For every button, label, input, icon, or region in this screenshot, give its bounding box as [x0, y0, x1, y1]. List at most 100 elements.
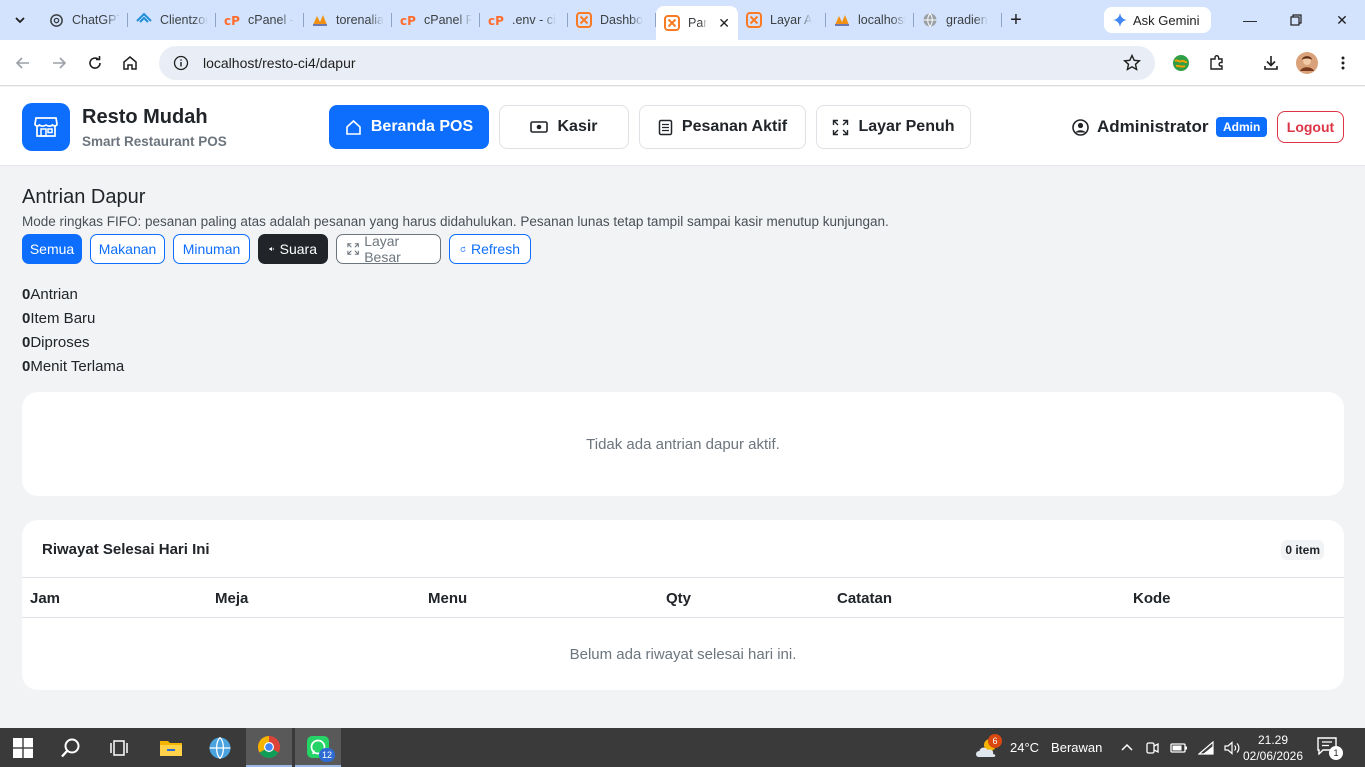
refresh-button[interactable]: Refresh [449, 234, 531, 264]
filter-all-button[interactable]: Semua [22, 234, 82, 264]
chrome-icon [258, 735, 280, 758]
taskbar-network-app[interactable] [197, 728, 243, 767]
user-menu[interactable]: Administrator [1072, 117, 1208, 137]
logout-button[interactable]: Logout [1277, 111, 1344, 143]
history-table-header: Jam Meja Menu Qty Catatan Kode [22, 578, 1344, 618]
nav-cashier-label: Kasir [557, 118, 598, 135]
gemini-sparkle-icon [1113, 13, 1127, 27]
receipt-icon [658, 119, 673, 135]
svg-text:cP: cP [224, 14, 240, 28]
tab-clientzone[interactable]: Clientzone [128, 6, 216, 34]
tab-phpmyadmin-1[interactable]: torenalia [304, 6, 392, 34]
tab-cpanel-2[interactable]: cP cPanel F [392, 6, 480, 34]
refresh-label: Refresh [470, 241, 520, 257]
nav-fullscreen-button[interactable]: Layar Penuh [816, 105, 971, 149]
wifi-icon[interactable] [1198, 740, 1214, 755]
tab-layar[interactable]: Layar A [738, 6, 826, 34]
profile-avatar[interactable] [1294, 50, 1320, 76]
url-text[interactable]: localhost/resto-ci4/dapur [203, 55, 356, 71]
taskbar-file-explorer[interactable] [148, 728, 194, 767]
site-info-icon[interactable] [173, 55, 189, 71]
store-icon[interactable] [22, 103, 70, 151]
stat-label: Antrian [30, 286, 78, 303]
column-header-menu: Menu [428, 590, 468, 607]
restore-window-button[interactable] [1273, 0, 1319, 40]
nav-fullscreen-label: Layar Penuh [858, 118, 955, 135]
tab-title: cPanel - [248, 13, 294, 27]
xampp-icon [746, 12, 762, 28]
address-bar[interactable]: localhost/resto-ci4/dapur [159, 46, 1155, 80]
nav-active-orders-button[interactable]: Pesanan Aktif [639, 105, 806, 149]
tab-title: ChatGPT [72, 13, 120, 27]
taskbar-whatsapp[interactable]: 12 [295, 728, 341, 767]
big-screen-label: Layar Besar [364, 233, 401, 265]
tab-list: ChatGPT Clientzone cP cPanel - torenalia… [40, 6, 1030, 40]
whatsapp-unread-badge: 12 [319, 748, 336, 762]
stat-label: Menit Terlama [30, 358, 125, 375]
globe-icon [922, 12, 938, 28]
stat-longest-wait: 0Menit Terlama [22, 355, 124, 379]
reload-button[interactable] [80, 48, 110, 78]
download-icon[interactable] [1258, 50, 1284, 76]
history-panel: Riwayat Selesai Hari Ini 0 item Jam Meja… [22, 520, 1344, 690]
taskbar-clock[interactable]: 21.29 02/06/2026 [1240, 732, 1306, 764]
taskbar-weather[interactable]: 6 24°C Berawan [974, 728, 1102, 767]
windows-taskbar: 12 6 24°C Berawan 21.29 02/06/2026 1 [0, 728, 1365, 767]
bookmark-star-icon[interactable] [1123, 54, 1141, 72]
svg-text:cP: cP [400, 14, 416, 28]
svg-text:cP: cP [488, 14, 504, 28]
chevron-up-icon[interactable] [1120, 741, 1134, 755]
column-header-qty: Qty [666, 590, 692, 607]
battery-icon[interactable] [1170, 742, 1188, 754]
start-button[interactable] [0, 728, 46, 767]
tab-cpanel-3[interactable]: cP .env - ci [480, 6, 568, 34]
tab-xampp-dashboard[interactable]: Dashbo [568, 6, 656, 34]
home-button[interactable] [115, 48, 145, 78]
browser-menu-icon[interactable] [1330, 50, 1356, 76]
tab-active-dapur[interactable]: Par ✕ [656, 6, 738, 40]
meet-now-icon[interactable] [1144, 740, 1160, 756]
filter-all-label: Semua [29, 241, 75, 257]
close-tab-icon[interactable]: ✕ [718, 15, 730, 32]
tab-phpmyadmin-2[interactable]: localhost [826, 6, 914, 34]
notification-center-button[interactable]: 1 [1317, 737, 1343, 760]
close-icon: ✕ [1336, 11, 1348, 28]
nav-cashier-button[interactable]: Kasir [499, 105, 629, 149]
brand-subtitle: Smart Restaurant POS [82, 134, 227, 149]
history-empty-message: Belum ada riwayat selesai hari ini. [569, 646, 797, 663]
extension-globe-icon[interactable] [1168, 50, 1194, 76]
user-circle-icon [1072, 118, 1089, 136]
browser-tab-strip: ChatGPT Clientzone cP cPanel - torenalia… [0, 0, 1365, 40]
house-icon [346, 119, 361, 135]
back-button[interactable] [8, 48, 38, 78]
tab-search-button[interactable] [8, 8, 32, 32]
restore-icon [1290, 14, 1302, 26]
system-tray [1120, 728, 1242, 767]
sound-toggle-button[interactable]: Suara [258, 234, 328, 264]
filter-food-button[interactable]: Makanan [90, 234, 165, 264]
minimize-window-button[interactable]: — [1227, 0, 1273, 40]
role-badge: Admin [1216, 117, 1268, 137]
taskbar-search-button[interactable] [48, 728, 94, 767]
tab-cpanel-1[interactable]: cP cPanel - [216, 6, 304, 34]
tab-title: .env - ci [512, 13, 556, 27]
close-window-button[interactable]: ✕ [1319, 0, 1365, 40]
fullscreen-icon [833, 119, 849, 135]
nav-home-button[interactable]: Beranda POS [329, 105, 489, 149]
plus-icon: + [1010, 8, 1022, 31]
tab-title: cPanel F [424, 13, 472, 27]
folder-icon [160, 740, 182, 756]
forward-button[interactable] [44, 48, 74, 78]
weather-description: Berawan [1051, 740, 1103, 755]
tab-gradien[interactable]: gradien [914, 6, 1002, 34]
big-screen-button[interactable]: Layar Besar [336, 233, 441, 265]
filter-drink-button[interactable]: Minuman [173, 234, 250, 264]
task-view-button[interactable] [96, 728, 142, 767]
ask-gemini-button[interactable]: Ask Gemini [1104, 7, 1211, 33]
new-tab-button[interactable]: + [1002, 6, 1030, 34]
extensions-puzzle-icon[interactable] [1204, 50, 1230, 76]
tab-chatgpt[interactable]: ChatGPT [40, 6, 128, 34]
globe-network-icon [209, 736, 231, 759]
taskbar-chrome[interactable] [246, 728, 292, 767]
stat-queue: 0Antrian [22, 283, 124, 307]
